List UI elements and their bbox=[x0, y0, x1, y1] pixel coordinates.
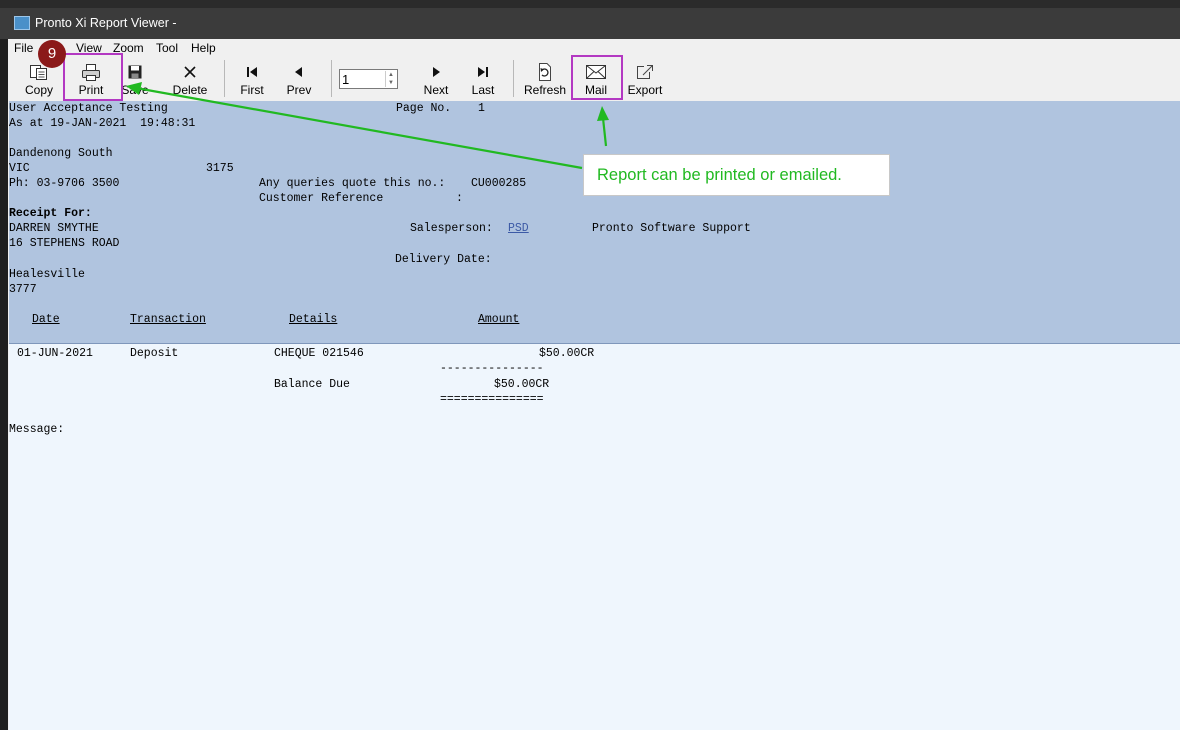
column-header-transaction: Transaction bbox=[130, 313, 206, 326]
skip-to-last-icon bbox=[466, 63, 500, 81]
spinner-up-icon[interactable]: ▲ bbox=[386, 71, 396, 79]
toolbar-separator bbox=[513, 60, 514, 97]
external-link-icon bbox=[623, 63, 667, 81]
row-details: CHEQUE 021546 bbox=[274, 347, 364, 360]
column-header-amount: Amount bbox=[478, 313, 520, 326]
subtotal-rule: --------------- bbox=[440, 362, 544, 375]
previous-page-button[interactable]: Prev bbox=[282, 58, 316, 99]
company-name: User Acceptance Testing bbox=[9, 102, 168, 115]
delete-label: Delete bbox=[172, 83, 208, 97]
page-number-input[interactable] bbox=[342, 71, 386, 87]
save-button[interactable]: Save bbox=[119, 58, 151, 99]
step-number-badge: 9 bbox=[38, 40, 66, 68]
print-button-highlight bbox=[63, 53, 123, 101]
row-amount: $50.00CR bbox=[539, 347, 595, 360]
copy-label: Copy bbox=[24, 83, 53, 97]
menu-help[interactable]: Help bbox=[191, 41, 216, 55]
export-button[interactable]: Export bbox=[623, 58, 667, 99]
total-double-rule: =============== bbox=[440, 393, 544, 406]
page-number-value: 1 bbox=[478, 102, 485, 115]
annotation-callout: Report can be printed or emailed. bbox=[583, 154, 890, 196]
balance-due-label: Balance Due bbox=[274, 378, 350, 391]
app-icon bbox=[14, 16, 30, 30]
page-number-label: Page No. bbox=[396, 102, 452, 115]
last-label: Last bbox=[471, 83, 495, 97]
last-page-button[interactable]: Last bbox=[466, 58, 500, 99]
row-date: 01-JUN-2021 bbox=[17, 347, 93, 360]
skip-to-first-icon bbox=[234, 63, 270, 81]
refresh-icon bbox=[523, 63, 567, 81]
company-suburb: Dandenong South bbox=[9, 147, 113, 160]
report-viewer-window: File View Zoom Tool Help Copy Print Save bbox=[8, 39, 1180, 730]
save-label: Save bbox=[121, 83, 149, 97]
company-phone: Ph: 03-9706 3500 bbox=[9, 177, 120, 190]
delete-button[interactable]: Delete bbox=[170, 58, 210, 99]
message-label: Message: bbox=[9, 423, 65, 436]
balance-due-amount: $50.00CR bbox=[494, 378, 550, 391]
customer-city: Healesville bbox=[9, 268, 85, 281]
customer-name: DARREN SMYTHE bbox=[9, 222, 99, 235]
salesperson-label: Salesperson: bbox=[410, 222, 493, 235]
customer-reference-colon: : bbox=[456, 192, 463, 205]
customer-street: 16 STEPHENS ROAD bbox=[9, 237, 120, 250]
report-date-time: As at 19-JAN-2021 19:48:31 bbox=[9, 117, 196, 130]
title-bar: Pronto Xi Report Viewer - bbox=[0, 8, 1180, 39]
first-page-button[interactable]: First bbox=[234, 58, 270, 99]
next-page-button[interactable]: Next bbox=[419, 58, 453, 99]
customer-reference-label: Customer Reference bbox=[259, 192, 384, 205]
column-header-details: Details bbox=[289, 313, 338, 326]
customer-number: CU000285 bbox=[471, 177, 527, 190]
first-label: First bbox=[240, 83, 264, 97]
column-header-date: Date bbox=[32, 313, 60, 326]
toolbar-separator bbox=[331, 60, 332, 97]
spinner-down-icon[interactable]: ▼ bbox=[386, 79, 396, 87]
next-label: Next bbox=[423, 83, 449, 97]
salesperson-code-link[interactable]: PSD bbox=[508, 222, 529, 236]
spinner-arrows[interactable]: ▲ ▼ bbox=[385, 71, 396, 87]
menu-tool[interactable]: Tool bbox=[156, 41, 178, 55]
delivery-date-label: Delivery Date: bbox=[395, 253, 492, 266]
desktop-top-strip bbox=[0, 0, 1180, 8]
menu-file[interactable]: File bbox=[14, 41, 33, 55]
refresh-label: Refresh bbox=[523, 83, 567, 97]
company-state: VIC bbox=[9, 162, 30, 175]
close-x-icon bbox=[170, 63, 210, 81]
toolbar-separator bbox=[224, 60, 225, 97]
arrow-right-icon bbox=[419, 63, 453, 81]
floppy-disk-icon bbox=[119, 63, 151, 81]
row-transaction: Deposit bbox=[130, 347, 179, 360]
queries-label: Any queries quote this no.: bbox=[259, 177, 446, 190]
receipt-for-label: Receipt For: bbox=[9, 207, 92, 220]
mail-button-highlight bbox=[571, 55, 623, 100]
export-label: Export bbox=[627, 83, 663, 97]
refresh-button[interactable]: Refresh bbox=[523, 58, 567, 99]
salesperson-name: Pronto Software Support bbox=[592, 222, 751, 235]
page-number-spinner[interactable]: ▲ ▼ bbox=[339, 69, 398, 89]
prev-label: Prev bbox=[286, 83, 312, 97]
window-title: Pronto Xi Report Viewer - bbox=[35, 16, 177, 30]
arrow-left-icon bbox=[282, 63, 316, 81]
company-postcode: 3175 bbox=[206, 162, 234, 175]
customer-postcode: 3777 bbox=[9, 283, 37, 296]
